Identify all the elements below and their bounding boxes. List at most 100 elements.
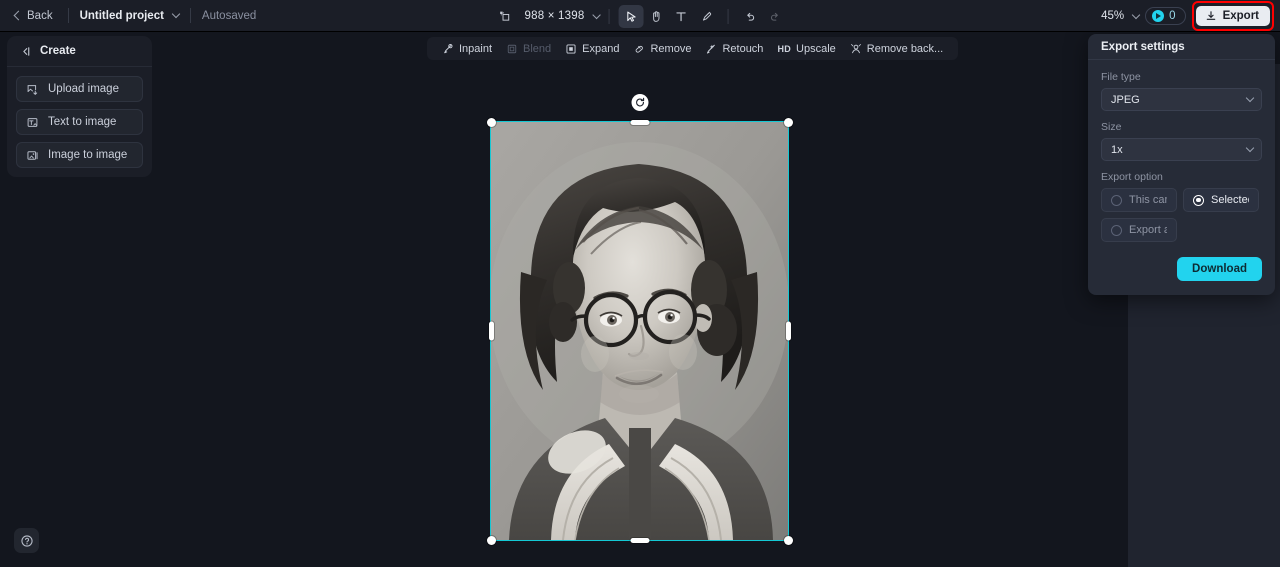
- top-bar-right: 45% 0 Export: [1101, 0, 1274, 32]
- autosave-status: Autosaved: [201, 9, 257, 22]
- radio-this-canvas[interactable]: This canvas: [1101, 188, 1177, 212]
- zoom-chevron-down-icon[interactable]: [1131, 10, 1141, 19]
- sidebar-item-image-to-image[interactable]: Image to image: [16, 142, 143, 168]
- divider: [727, 8, 729, 24]
- hand-icon: [653, 10, 660, 22]
- chevron-down-icon[interactable]: [171, 9, 181, 19]
- credits-count: 0: [1169, 10, 1176, 22]
- selected-layer[interactable]: [486, 94, 793, 545]
- dimensions-chevron-down-icon[interactable]: [592, 10, 601, 19]
- sidebar-item-text-to-image[interactable]: Text to image: [16, 109, 143, 135]
- export-option-label: Export option: [1101, 171, 1163, 183]
- frame-tool-button[interactable]: [493, 5, 518, 28]
- remove-background-label: Remove back...: [866, 42, 944, 55]
- rotate-handle[interactable]: [631, 94, 648, 111]
- portrait-image[interactable]: [490, 121, 789, 541]
- resize-handle-bottom[interactable]: [630, 537, 649, 543]
- remove-button[interactable]: Remove: [626, 40, 698, 58]
- file-type-label: File type: [1101, 71, 1141, 83]
- chevron-down-icon: [1245, 93, 1255, 103]
- resize-handle-top-left[interactable]: [486, 117, 496, 127]
- sidebar-items: Upload image Text to image Image to imag…: [7, 67, 152, 168]
- image-to-image-icon: [27, 150, 38, 160]
- help-icon: [20, 534, 33, 547]
- resize-handle-left[interactable]: [488, 321, 494, 341]
- divider: [189, 8, 191, 23]
- zoom-level[interactable]: 45%: [1101, 10, 1124, 22]
- credits-badge[interactable]: 0: [1145, 7, 1186, 25]
- sidebar-header[interactable]: Create: [7, 36, 152, 67]
- image-context-toolbar: Inpaint Blend Expand Remove Retouch HD U…: [427, 37, 959, 60]
- back-button[interactable]: Back: [11, 7, 57, 25]
- divider: [67, 8, 69, 23]
- expand-label: Expand: [582, 42, 620, 55]
- top-bar-left: Back Untitled project Autosaved: [0, 7, 256, 25]
- top-bar: Back Untitled project Autosaved 988 × 13…: [0, 0, 1280, 32]
- help-button[interactable]: [14, 528, 39, 553]
- cursor-icon: [627, 11, 636, 22]
- blend-button[interactable]: Blend: [499, 40, 558, 58]
- collapse-panel-icon: [23, 46, 30, 56]
- remove-background-button[interactable]: Remove back...: [843, 40, 950, 58]
- undo-button[interactable]: [737, 5, 762, 28]
- file-type-select[interactable]: JPEG: [1101, 88, 1262, 111]
- blend-label: Blend: [523, 42, 552, 55]
- credit-coin-icon: [1152, 10, 1165, 22]
- retouch-icon: [707, 44, 716, 53]
- export-button[interactable]: Export: [1195, 6, 1270, 26]
- radio-icon: [1111, 224, 1122, 236]
- tool-toolbar: 988 × 1398: [493, 0, 788, 32]
- remove-icon: [636, 45, 644, 53]
- expand-icon: [566, 43, 576, 54]
- radio-label: Export all ...: [1129, 224, 1167, 236]
- divider: [608, 8, 610, 24]
- select-tool-button[interactable]: [618, 4, 644, 28]
- download-button[interactable]: Download: [1177, 257, 1262, 281]
- inpaint-icon: [444, 43, 453, 53]
- resize-handle-top-right[interactable]: [783, 117, 793, 127]
- brush-tool-button[interactable]: [693, 5, 718, 28]
- resize-handle-bottom-right[interactable]: [783, 535, 793, 545]
- image-editor-app: Back Untitled project Autosaved 988 × 13…: [0, 0, 1280, 567]
- sidebar-item-label: Upload image: [48, 83, 119, 95]
- radio-export-all[interactable]: Export all ...: [1101, 218, 1177, 242]
- download-row: Download: [1101, 257, 1262, 281]
- resize-handle-top[interactable]: [630, 119, 649, 125]
- export-button-label: Export: [1222, 10, 1259, 22]
- upload-image-icon: [27, 84, 38, 95]
- canvas-dimensions[interactable]: 988 × 1398: [525, 10, 585, 22]
- retouch-button[interactable]: Retouch: [698, 40, 770, 58]
- create-sidebar: Create Upload image Text to image Image …: [7, 36, 152, 177]
- export-settings-popover: Export settings File type JPEG Size 1x E…: [1088, 34, 1275, 295]
- size-label: Size: [1101, 121, 1122, 133]
- sidebar-title: Create: [40, 45, 76, 57]
- pan-tool-button[interactable]: [643, 5, 668, 28]
- portrait-photo-graphic: [491, 122, 788, 540]
- retouch-label: Retouch: [722, 42, 764, 55]
- inpaint-button[interactable]: Inpaint: [435, 40, 499, 58]
- text-to-image-icon: [27, 117, 38, 127]
- sidebar-item-label: Image to image: [48, 149, 128, 161]
- size-select[interactable]: 1x: [1101, 138, 1262, 161]
- project-name[interactable]: Untitled project: [80, 10, 164, 22]
- sidebar-item-upload-image[interactable]: Upload image: [16, 76, 143, 102]
- text-tool-button[interactable]: [668, 5, 693, 28]
- file-type-value: JPEG: [1111, 93, 1140, 106]
- brush-icon: [702, 11, 711, 21]
- resize-handle-bottom-left[interactable]: [486, 535, 496, 545]
- redo-icon: [770, 12, 778, 21]
- redo-button[interactable]: [762, 5, 787, 28]
- rotate-icon: [635, 97, 644, 107]
- sidebar-item-label: Text to image: [48, 116, 117, 128]
- radio-selected-layer[interactable]: Selected l...: [1183, 188, 1259, 212]
- export-settings-title: Export settings: [1088, 34, 1275, 60]
- back-button-label: Back: [27, 9, 53, 22]
- remove-label: Remove: [650, 42, 692, 55]
- expand-button[interactable]: Expand: [558, 40, 626, 58]
- upscale-button[interactable]: HD Upscale: [770, 40, 842, 58]
- resize-handle-right[interactable]: [785, 321, 791, 341]
- text-icon: [676, 11, 686, 21]
- radio-label: This canvas: [1129, 194, 1167, 206]
- remove-background-icon: [850, 43, 861, 53]
- chevron-down-icon: [1245, 143, 1255, 153]
